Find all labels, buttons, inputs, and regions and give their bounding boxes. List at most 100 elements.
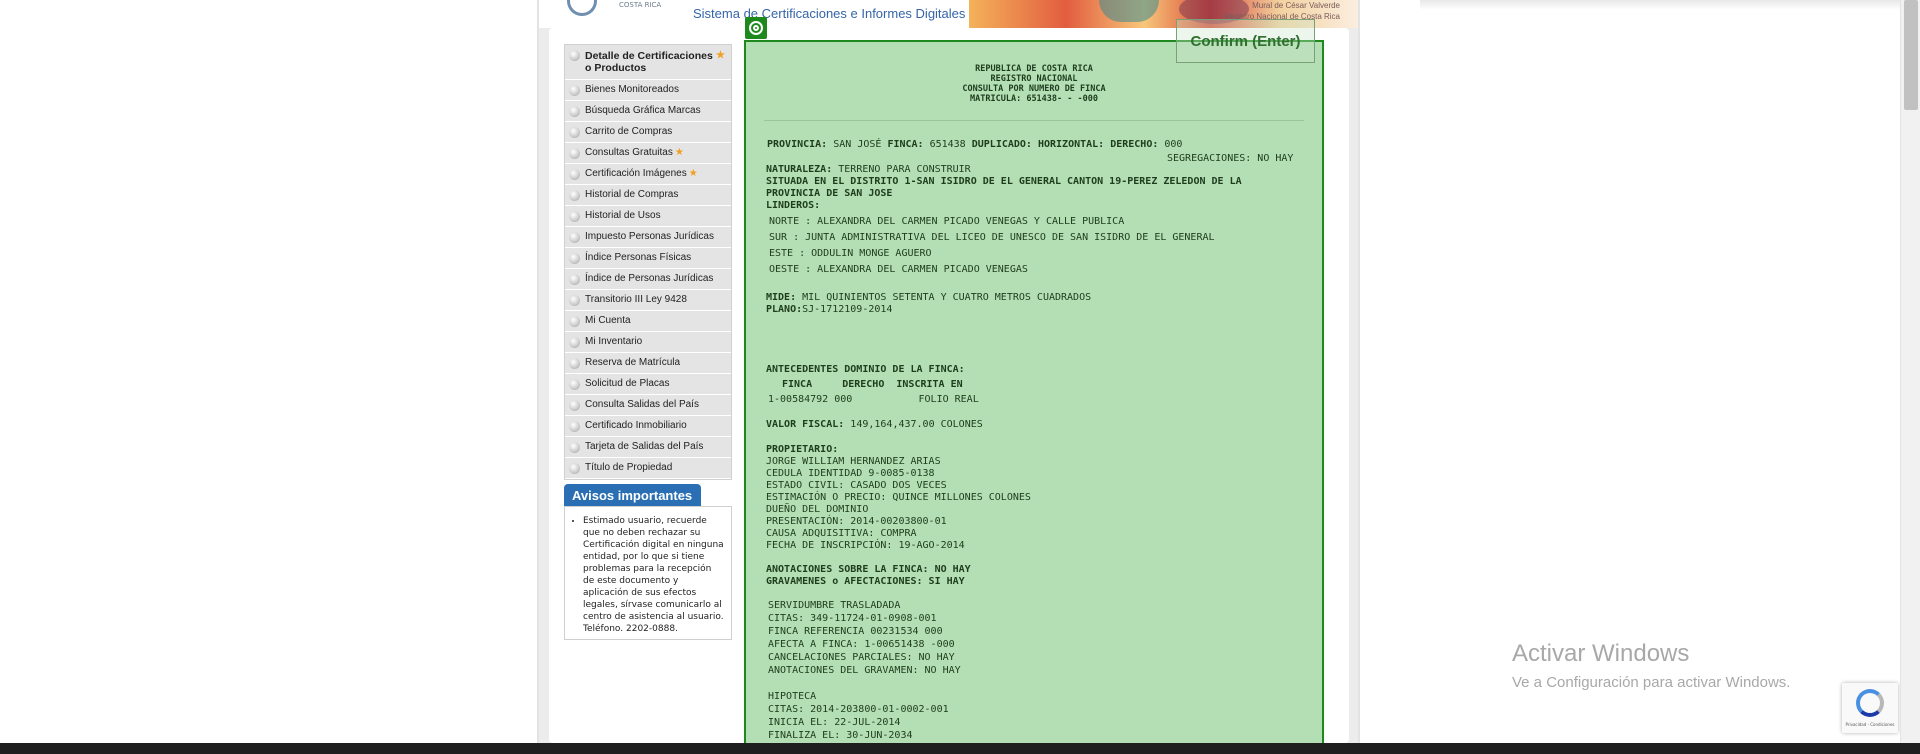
servidumbre-line: CITAS: 349-11724-01-0908-001 <box>768 613 937 624</box>
bullet-icon <box>569 421 580 432</box>
hipoteca-line: CITAS: 2014-203800-01-0002-001 <box>768 704 949 715</box>
sidebar-item-label: Índice de Personas Jurídicas <box>585 273 714 284</box>
logo-text: COSTA RICA <box>619 1 662 9</box>
sidebar-item-label: Historial de Usos <box>585 210 661 221</box>
sidebar-item[interactable]: Impuesto Personas Jurídicas <box>565 227 731 248</box>
confirm-button[interactable]: Confirm (Enter) <box>1176 19 1315 63</box>
plano-label: PLANO: <box>766 304 803 315</box>
avisos-panel: Estimado usuario, recuerde que no deben … <box>564 506 732 640</box>
sidebar-item[interactable]: Certificado Inmobiliario <box>565 416 731 437</box>
hipoteca-line: FINALIZA EL: 30-JUN-2034 <box>768 730 913 741</box>
bullet-icon <box>569 442 580 453</box>
sidebar-item[interactable]: Certificación Imágenes ★ <box>565 164 731 185</box>
valor-fiscal-value: 149,164,437.00 COLONES <box>844 419 983 430</box>
activation-watermark-title: Activar Windows <box>1512 640 1690 667</box>
finca-value: 651438 <box>923 139 972 150</box>
sidebar-item[interactable]: Carrito de Compras <box>565 122 731 143</box>
sidebar-item-label: Solicitud de Placas <box>585 378 670 389</box>
antecedentes-row: 1-00584792 000 FOLIO REAL <box>768 394 979 405</box>
page-border-right <box>1358 0 1360 743</box>
valor-fiscal-label: VALOR FISCAL: <box>766 419 845 430</box>
star-icon: ★ <box>716 50 725 61</box>
bullet-icon <box>569 127 580 138</box>
servidumbre-line: FINCA REFERENCIA 00231534 000 <box>768 626 943 637</box>
overlay-shadow <box>1420 0 1910 10</box>
provincia-value: SAN JOSÉ <box>827 139 888 150</box>
sidebar-item-label: Tarjeta de Salidas del País <box>585 441 704 452</box>
lindero-este: ESTE : ODDULIN MONGE AGUERO <box>769 248 932 259</box>
servidumbre-line: SERVIDUMBRE TRASLADADA <box>768 600 901 611</box>
sidebar-item[interactable]: Historial de Compras <box>565 185 731 206</box>
avisos-text: Estimado usuario, recuerde que no deben … <box>583 515 725 635</box>
bullet-icon <box>569 106 580 117</box>
mural-credit-author: Mural de César Valverde <box>1252 1 1340 10</box>
sidebar-item[interactable]: Título de Propiedad <box>565 458 731 479</box>
sidebar-item-label: Detalle de Certificaciones o Productos <box>585 50 713 74</box>
sidebar-item-label: Título de Propiedad <box>585 462 673 473</box>
bullet-icon <box>569 169 580 180</box>
sidebar-item[interactable]: Índice de Personas Jurídicas <box>565 269 731 290</box>
sidebar-item-label: Reserva de Matrícula <box>585 357 681 368</box>
propietario-line: CAUSA ADQUISITIVA: COMPRA <box>766 528 917 539</box>
doc-head-line: CONSULTA POR NUMERO DE FINCA <box>962 84 1106 94</box>
bullet-icon <box>569 232 580 243</box>
situada-line: SITUADA EN EL DISTRITO 1-SAN ISIDRO DE E… <box>766 176 1242 187</box>
mide-line: MIDE: MIL QUINIENTOS SETENTA Y CUATRO ME… <box>766 292 1091 304</box>
bullet-icon <box>569 148 580 159</box>
scrollbar-thumb[interactable] <box>1904 0 1918 110</box>
star-icon: ★ <box>674 147 684 158</box>
sidebar-item[interactable]: Índice Personas Físicas <box>565 248 731 269</box>
propietario-line: FECHA DE INSCRIPCIÓN: 19-AGO-2014 <box>766 540 965 551</box>
sidebar-item-label: Consulta Salidas del País <box>585 399 699 410</box>
provincia-line: PROVINCIA: SAN JOSÉ FINCA: 651438 DUPLIC… <box>767 139 1182 151</box>
naturaleza-value: TERRENO PARA CONSTRUIR <box>832 164 971 175</box>
activation-watermark-subtitle: Ve a Configuración para activar Windows. <box>1512 674 1791 691</box>
propietario-line: PRESENTACIÓN: 2014-00203800-01 <box>766 516 947 527</box>
sidebar-item[interactable]: Tarjeta de Salidas del País <box>565 437 731 458</box>
sidebar-item[interactable]: Bienes Monitoreados <box>565 80 731 101</box>
sidebar-item-label: Búsqueda Gráfica Marcas <box>585 105 701 116</box>
registro-logo-icon[interactable] <box>567 0 597 16</box>
sidebar-menu: Detalle de Certificaciones o Productos ★ B… <box>564 44 732 480</box>
linderos-label: LINDEROS: <box>766 200 821 211</box>
hipoteca-line: HIPOTECA <box>768 691 817 702</box>
doc-head-line: REGISTRO NACIONAL <box>990 74 1078 84</box>
propietario-label: PROPIETARIO: <box>766 444 839 455</box>
document-panel[interactable]: REPUBLICA DE COSTA RICA REGISTRO NACIONA… <box>744 40 1324 754</box>
doc-head-line: REPUBLICA DE COSTA RICA <box>975 64 1093 74</box>
sidebar-item[interactable]: Transitorio III Ley 9428 <box>565 290 731 311</box>
sidebar-item[interactable]: Detalle de Certificaciones o Productos ★ <box>565 45 731 80</box>
bullet-icon <box>569 190 580 201</box>
sidebar-item[interactable]: Mi Cuenta <box>565 311 731 332</box>
situada-line: PROVINCIA DE SAN JOSE <box>766 188 893 199</box>
doc-head-line: MATRICULA: 651438- - -000 <box>970 94 1098 104</box>
lindero-oeste: OESTE : ALEXANDRA DEL CARMEN PICADO VENE… <box>769 264 1028 275</box>
provincia-label: PROVINCIA: <box>767 139 828 150</box>
sidebar-item[interactable]: Búsqueda Gráfica Marcas <box>565 101 731 122</box>
recaptcha-terms: Privacidad - Condiciones <box>1845 722 1895 727</box>
propietario-line: DUEÑO DEL DOMINIO <box>766 504 869 515</box>
sidebar-item-label: Transitorio III Ley 9428 <box>585 294 687 305</box>
sidebar-item[interactable]: Reserva de Matrícula <box>565 353 731 374</box>
finca-label: FINCA: <box>887 139 924 150</box>
mide-value: MIL QUINIENTOS SETENTA Y CUATRO METROS C… <box>796 292 1092 303</box>
sidebar-item[interactable]: Consultas Gratuitas ★ <box>565 143 731 164</box>
sidebar-item-label: Bienes Monitoreados <box>585 84 679 95</box>
anotaciones-line: ANOTACIONES SOBRE LA FINCA: NO HAY <box>766 564 971 575</box>
propietario-line: CEDULA IDENTIDAD 9-0085-0138 <box>766 468 935 479</box>
site-title: Sistema de Certificaciones e Informes Di… <box>693 6 966 21</box>
sidebar-item[interactable]: Solicitud de Placas <box>565 374 731 395</box>
target-icon[interactable] <box>745 17 767 39</box>
bullet-icon <box>569 316 580 327</box>
sidebar-item[interactable]: Consulta Salidas del País <box>565 395 731 416</box>
naturaleza-label: NATURALEZA: <box>766 164 833 175</box>
star-icon: ★ <box>688 168 698 179</box>
sidebar-item-label: Carrito de Compras <box>585 126 673 137</box>
page-scrollbar[interactable] <box>1900 0 1920 743</box>
divider <box>764 120 1304 121</box>
bullet-icon <box>569 400 580 411</box>
sidebar-item[interactable]: Historial de Usos <box>565 206 731 227</box>
recaptcha-badge[interactable]: Privacidad - Condiciones <box>1842 683 1898 733</box>
plano-value: SJ-1712109-2014 <box>802 304 893 315</box>
sidebar-item[interactable]: Mi Inventario <box>565 332 731 353</box>
